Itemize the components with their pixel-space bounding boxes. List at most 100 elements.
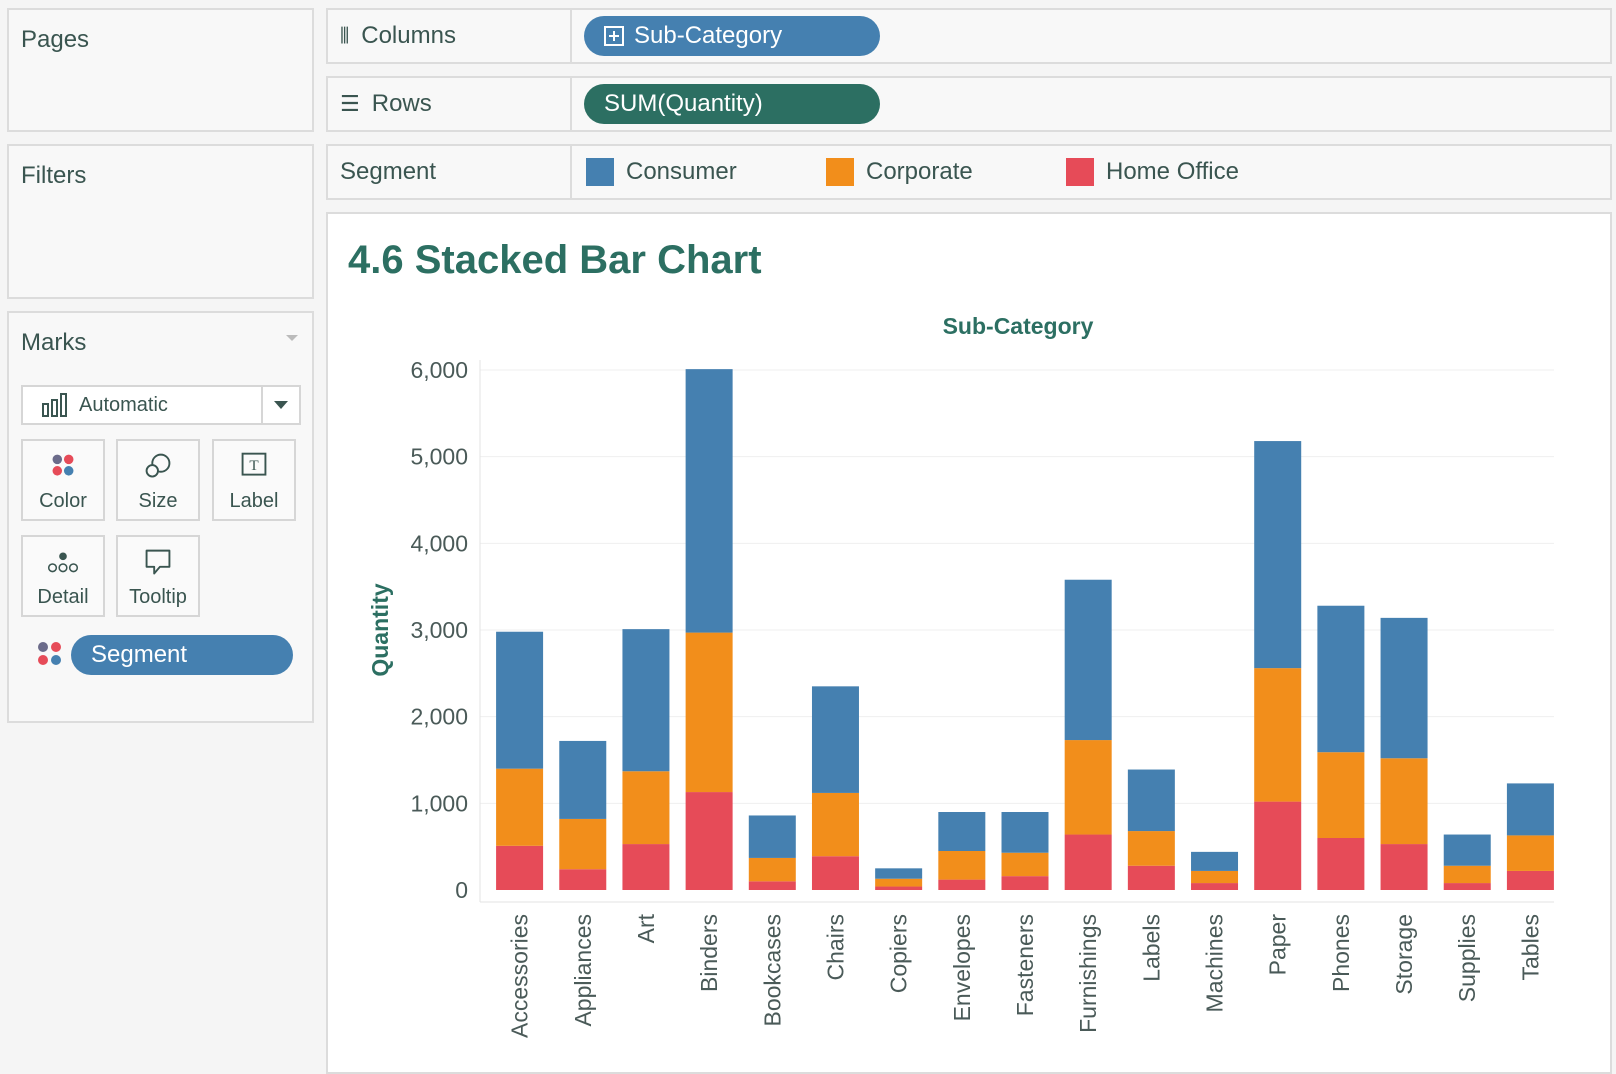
bar-segment-consumer [1127,769,1175,832]
bar-segment-consumer [1064,579,1112,741]
legend-swatch [586,158,614,186]
bar-segment-home-office [622,844,670,890]
bar-segment-home-office [1191,883,1239,890]
bar-segment-home-office [1127,865,1175,890]
bar-segment-home-office [496,845,544,890]
bar-segment-home-office [1506,870,1554,890]
bar-segment-corporate [1064,740,1112,835]
x-tick-label: Tables [1517,914,1543,980]
bar-segment-corporate [496,768,544,846]
stacked-bar-chart: 0 1,000 2,000 3,000 4,000 5,000 6,000 Sub-Categ… [367,313,1554,1038]
expand-plus-icon[interactable] [604,26,624,46]
mark-type-dropdown[interactable]: Automatic [21,385,301,425]
legend-label: Consumer [626,158,737,185]
legend-swatch [1066,158,1094,186]
bar-segment-consumer [1001,812,1049,853]
marks-menu-chevron-icon[interactable] [286,335,298,341]
x-tick-label: Envelopes [949,914,975,1021]
bar-segment-corporate [1191,870,1239,884]
tooltip-button[interactable]: Tooltip [116,535,200,617]
bar-segment-corporate [811,792,859,857]
x-tick-label: Chairs [822,914,848,980]
y-tick-label: 1,000 [410,790,468,816]
y-axis-title: Quantity [367,583,393,676]
segment-label: Segment [340,158,437,185]
bar-segment-home-office [685,792,733,890]
bar-segment-corporate [559,818,607,870]
size-button[interactable]: Size [116,439,200,521]
chart-view: 4.6 Stacked Bar Chart 0 1,000 2,000 3,000 4,… [326,212,1612,1074]
bar-segment-corporate [1001,852,1049,877]
label-button-label: Label [229,490,279,512]
bar-segment-consumer [1254,441,1302,669]
sub-category-pill[interactable]: Sub-Category [584,16,880,56]
x-tick-label: Fasteners [1012,914,1038,1016]
bar-segment-consumer [622,629,670,772]
filters-card[interactable]: Filters [7,144,314,299]
x-tick-label: Machines [1202,914,1228,1012]
legend-item-consumer[interactable]: Consumer [586,146,737,198]
mark-type-label: Automatic [79,393,168,416]
pages-title: Pages [21,26,90,53]
segment-legend: Segment Consumer Corporate Home Office [326,144,1612,200]
tooltip-button-label: Tooltip [129,586,187,608]
y-tick-label: 2,000 [410,704,468,730]
x-tick-label: Supplies [1454,914,1480,1002]
x-tick-label: Copiers [886,914,912,993]
columns-shelf[interactable]: ⫴ Columns Sub-Category [326,8,1612,64]
y-tick-label: 6,000 [410,357,468,383]
bar-segment-corporate [1317,752,1365,838]
dropdown-arrow-icon[interactable] [261,387,299,423]
filters-title: Filters [21,162,87,189]
segment-color-pill[interactable]: Segment [71,635,293,675]
detail-button[interactable]: Detail [21,535,105,617]
bar-segment-home-office [1001,876,1049,890]
bar-segment-consumer [496,631,544,769]
legend-item-corporate[interactable]: Corporate [826,146,973,198]
bar-segment-home-office [938,879,986,890]
bar-segment-corporate [1380,758,1428,845]
bar-segment-corporate [875,878,923,887]
color-button[interactable]: Color [21,439,105,521]
sub-category-pill-label: Sub-Category [634,22,783,49]
bar-segment-consumer [1317,605,1365,753]
label-button[interactable]: T Label [212,439,296,521]
bar-segment-corporate [1443,865,1491,884]
bar-segment-corporate [1506,835,1554,871]
bar-segment-corporate [748,857,796,882]
sum-quantity-pill[interactable]: SUM(Quantity) [584,84,880,124]
x-tick-label: Paper [1265,914,1291,976]
bar-segment-corporate [1254,668,1302,802]
bar-chart-icon [42,393,67,417]
bar-segment-consumer [811,686,859,793]
columns-label: Columns [361,22,456,49]
label-text-icon: T [241,452,267,476]
bar-segment-home-office [1317,838,1365,890]
y-tick-label: 5,000 [410,444,468,470]
size-button-label: Size [138,490,178,512]
bar-segment-home-office [1443,883,1491,890]
detail-dots-icon [47,552,79,573]
bar-segment-home-office [1380,844,1428,890]
legend-label: Corporate [866,158,973,185]
bar-segment-consumer [1380,617,1428,759]
segment-legend-title: Segment [328,146,572,198]
bar-segment-consumer [1443,834,1491,866]
bar-segment-home-office [748,881,796,890]
y-tick-label: 0 [455,877,468,903]
x-tick-label: Phones [1328,914,1354,992]
color-button-label: Color [39,490,87,512]
tooltip-bubble-icon [145,549,171,575]
legend-item-home-office[interactable]: Home Office [1066,146,1239,198]
columns-shelf-label: ⫴ Columns [328,10,572,62]
rows-label: Rows [371,90,432,117]
bar-segment-corporate [1127,831,1175,866]
rows-shelf[interactable]: ☰ Rows SUM(Quantity) [326,76,1612,132]
x-tick-label: Binders [696,914,722,992]
x-tick-label: Appliances [570,914,596,1027]
bar-segment-home-office [1064,834,1112,890]
bar-segment-consumer [1506,783,1554,836]
x-tick-label: Storage [1391,914,1417,995]
bar-segment-consumer [875,868,923,879]
bar-segment-corporate [938,851,986,880]
